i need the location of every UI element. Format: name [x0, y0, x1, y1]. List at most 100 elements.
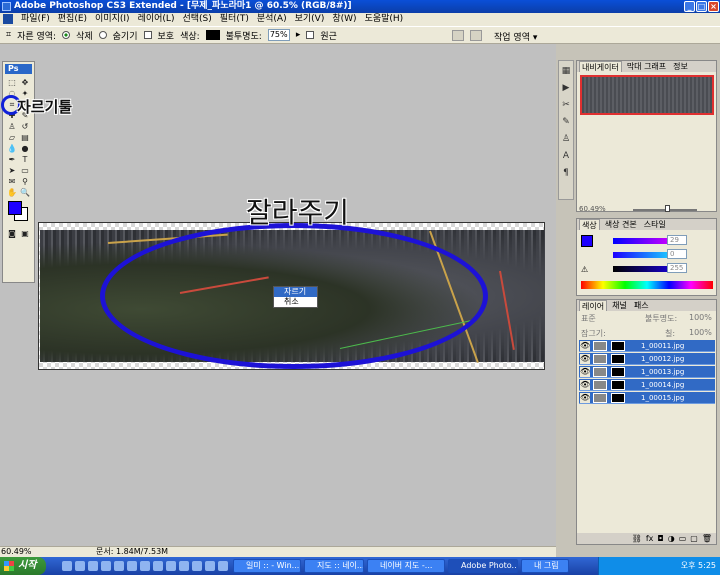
layer-row[interactable]: 👁 1_00014.jpg — [579, 379, 715, 391]
visibility-eye-icon[interactable]: 👁 — [580, 367, 590, 377]
visibility-eye-icon[interactable]: 👁 — [580, 393, 590, 403]
minimize-button[interactable]: _ — [684, 1, 695, 12]
character-panel-icon[interactable]: A — [560, 150, 572, 163]
taskbar-task[interactable]: 네이버 지도 -... — [367, 559, 445, 573]
visibility-eye-icon[interactable]: 👁 — [580, 341, 590, 351]
quick-mask-icon[interactable]: ◙ — [6, 229, 18, 238]
type-tool-icon[interactable]: T — [19, 155, 31, 164]
paragraph-panel-icon[interactable]: ¶ — [560, 167, 572, 180]
dodge-tool-icon[interactable]: ● — [19, 144, 31, 153]
opacity-field[interactable]: 75% — [267, 29, 290, 41]
taskbar-task[interactable]: 내 그림 — [521, 559, 569, 573]
history-brush-icon[interactable]: ↺ — [19, 122, 31, 131]
blend-mode-select[interactable]: 표준 — [581, 313, 596, 324]
notes-tool-icon[interactable]: ✉ — [6, 177, 18, 186]
shield-checkbox[interactable] — [143, 31, 152, 39]
layer-row[interactable]: 👁 1_00015.jpg — [579, 392, 715, 404]
quick-launch-icon[interactable] — [179, 561, 189, 571]
taskbar-task[interactable]: Adobe Photo... — [448, 559, 518, 573]
link-layers-icon[interactable]: ⛓ — [632, 533, 642, 544]
quick-launch-icon[interactable] — [166, 561, 176, 571]
navigator-zoom[interactable]: 60.49% — [579, 205, 606, 213]
tab-color[interactable]: 색상 — [579, 219, 600, 230]
gradient-tool-icon[interactable]: ▤ — [19, 133, 31, 142]
menu-view[interactable]: 보기(V) — [295, 13, 325, 26]
start-button[interactable]: 시작 — [0, 557, 46, 575]
layer-row[interactable]: 👁 1_00011.jpg — [579, 340, 715, 352]
eraser-tool-icon[interactable]: ▱ — [6, 133, 18, 142]
visibility-eye-icon[interactable]: 👁 — [580, 380, 590, 390]
new-layer-icon[interactable]: ▢ — [690, 533, 698, 544]
tab-info[interactable]: 정보 — [671, 61, 690, 72]
tool-presets-icon[interactable]: ✂ — [560, 99, 572, 112]
menu-help[interactable]: 도움말(H) — [365, 13, 404, 26]
shield-color-swatch[interactable] — [205, 30, 220, 40]
clone-source-icon[interactable]: ♙ — [560, 133, 572, 146]
menu-layer[interactable]: 레이어(L) — [138, 13, 175, 26]
brushes-panel-icon[interactable]: ✎ — [560, 116, 572, 129]
menu-filter[interactable]: 필터(T) — [220, 13, 249, 26]
quick-launch-icon[interactable] — [140, 561, 150, 571]
layer-style-icon[interactable]: fx — [646, 533, 654, 544]
commit-crop-icon[interactable] — [470, 30, 482, 41]
visibility-eye-icon[interactable]: 👁 — [580, 354, 590, 364]
delete-radio[interactable] — [62, 31, 71, 39]
perspective-checkbox[interactable] — [306, 31, 315, 39]
layer-row[interactable]: 👁 1_00013.jpg — [579, 366, 715, 378]
gamut-warning-icon[interactable]: ⚠ — [581, 265, 588, 274]
zoom-tool-icon[interactable]: 🔍 — [19, 188, 31, 197]
quick-launch-icon[interactable] — [192, 561, 202, 571]
quick-launch-icon[interactable] — [153, 561, 163, 571]
quick-launch-icon[interactable] — [101, 561, 111, 571]
add-mask-icon[interactable]: ◘ — [657, 533, 663, 544]
maximize-button[interactable]: □ — [696, 1, 707, 12]
close-button[interactable]: × — [708, 1, 719, 12]
opacity-arrow-icon[interactable]: ▸ — [296, 30, 301, 40]
menu-window[interactable]: 창(W) — [332, 13, 356, 26]
menu-file[interactable]: 파일(F) — [21, 13, 50, 26]
hide-radio[interactable] — [98, 31, 107, 39]
stamp-tool-icon[interactable]: ♙ — [6, 122, 18, 131]
taskbar-task[interactable]: 일미 :: - Win... — [233, 559, 301, 573]
new-group-icon[interactable]: ▭ — [679, 533, 687, 544]
crop-tool-preset-icon[interactable]: ⌗ — [6, 30, 11, 40]
quick-launch-icon[interactable] — [88, 561, 98, 571]
tab-layers[interactable]: 레이어 — [579, 300, 608, 311]
adjustment-layer-icon[interactable]: ◑ — [668, 533, 675, 544]
quick-launch-icon[interactable] — [114, 561, 124, 571]
ps-menu-icon[interactable] — [3, 14, 13, 24]
navigator-thumbnail[interactable] — [580, 75, 714, 115]
marquee-tool-icon[interactable]: ⬚ — [6, 78, 18, 87]
color-panel-foreground[interactable] — [581, 235, 593, 247]
history-panel-icon[interactable]: ▦ — [560, 65, 572, 78]
menu-edit[interactable]: 편집(E) — [58, 13, 87, 26]
hand-tool-icon[interactable]: ✋ — [6, 188, 18, 197]
move-tool-icon[interactable]: ✥ — [19, 78, 31, 87]
tab-styles[interactable]: 스타일 — [642, 219, 668, 230]
context-crop-item[interactable]: 자르기 — [274, 287, 317, 297]
zoom-level[interactable]: 60.49% — [1, 547, 32, 557]
workspace-menu[interactable]: 작업 영역 ▾ — [494, 30, 537, 43]
menu-select[interactable]: 선택(S) — [182, 13, 211, 26]
blur-tool-icon[interactable]: 💧 — [6, 144, 18, 153]
quick-launch-icon[interactable] — [218, 561, 228, 571]
taskbar-task[interactable]: 지도 :: 네이... — [304, 559, 364, 573]
navigator-zoom-knob[interactable] — [665, 205, 670, 212]
quick-launch-icon[interactable] — [205, 561, 215, 571]
menu-image[interactable]: 이미지(I) — [95, 13, 130, 26]
quick-launch-icon[interactable] — [127, 561, 137, 571]
document-info[interactable]: 문서: 1.84M/7.53M — [96, 547, 168, 557]
context-cancel-item[interactable]: 취소 — [274, 297, 317, 307]
layer-opacity-value[interactable]: 100% — [689, 313, 712, 322]
quick-launch-icon[interactable] — [75, 561, 85, 571]
green-value[interactable]: 0 — [667, 249, 687, 259]
tab-navigator[interactable]: 내비게이터 — [579, 61, 622, 72]
screen-mode-icon[interactable]: ▣ — [19, 229, 31, 238]
tab-swatches[interactable]: 색상 견본 — [603, 219, 639, 230]
red-value[interactable]: 29 — [667, 235, 687, 245]
layer-row[interactable]: 👁 1_00012.jpg — [579, 353, 715, 365]
tray-clock[interactable]: 오후 5:25 — [681, 557, 716, 575]
pen-tool-icon[interactable]: ✒ — [6, 155, 18, 164]
shape-tool-icon[interactable]: ▭ — [19, 166, 31, 175]
cancel-crop-icon[interactable] — [452, 30, 464, 41]
